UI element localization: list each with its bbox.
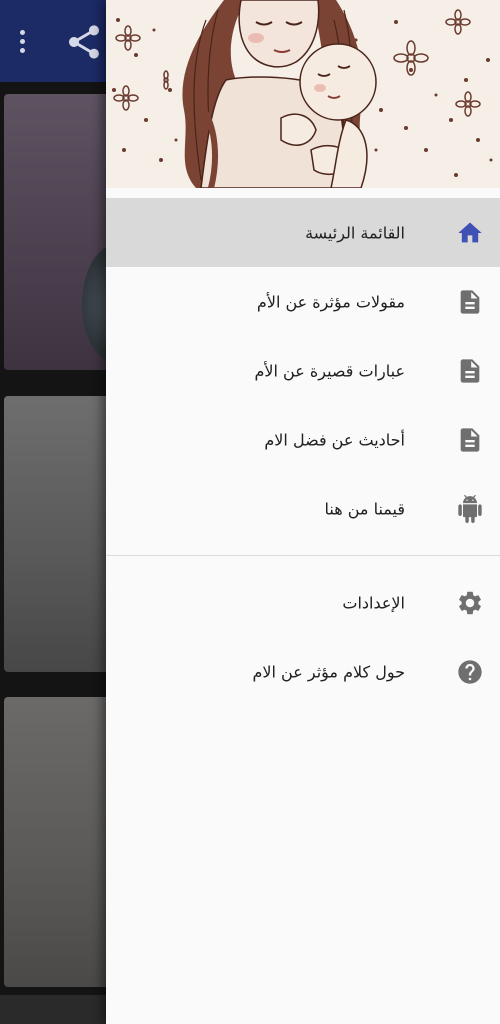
android-icon (456, 494, 484, 523)
menu-item-home[interactable]: القائمة الرئيسة (106, 198, 500, 267)
settings-icon (456, 589, 484, 617)
menu-item-label: القائمة الرئيسة (305, 223, 405, 242)
more-vert-icon[interactable] (14, 24, 32, 60)
mother-baby-illustration (106, 0, 500, 188)
menu-item-rate-us[interactable]: قيمنا من هنا (106, 474, 500, 543)
share-icon[interactable] (64, 22, 104, 62)
document-icon (456, 357, 484, 385)
navigation-drawer: القائمة الرئيسة مقولات مؤثرة عن الأم عبا… (106, 0, 500, 1024)
help-icon (456, 658, 484, 686)
drawer-menu: القائمة الرئيسة مقولات مؤثرة عن الأم عبا… (106, 198, 500, 706)
document-icon (456, 426, 484, 454)
menu-item-label: عبارات قصيرة عن الأم (254, 361, 405, 380)
menu-item-settings[interactable]: الإعدادات (106, 568, 500, 637)
bottom-bar (0, 995, 110, 1024)
menu-item-hadiths[interactable]: أحاديث عن فضل الام (106, 405, 500, 474)
menu-item-short-phrases[interactable]: عبارات قصيرة عن الأم (106, 336, 500, 405)
document-icon (456, 288, 484, 316)
menu-divider (106, 555, 500, 556)
menu-item-label: أحاديث عن فضل الام (264, 430, 405, 449)
drawer-header-image (106, 0, 500, 188)
menu-item-label: قيمنا من هنا (324, 499, 406, 518)
menu-item-quotes[interactable]: مقولات مؤثرة عن الأم (106, 267, 500, 336)
menu-item-label: مقولات مؤثرة عن الأم (256, 292, 405, 311)
menu-item-label: حول كلام مؤثر عن الام (252, 662, 405, 681)
menu-item-label: الإعدادات (342, 593, 405, 612)
menu-item-about[interactable]: حول كلام مؤثر عن الام (106, 637, 500, 706)
home-icon (456, 219, 484, 247)
